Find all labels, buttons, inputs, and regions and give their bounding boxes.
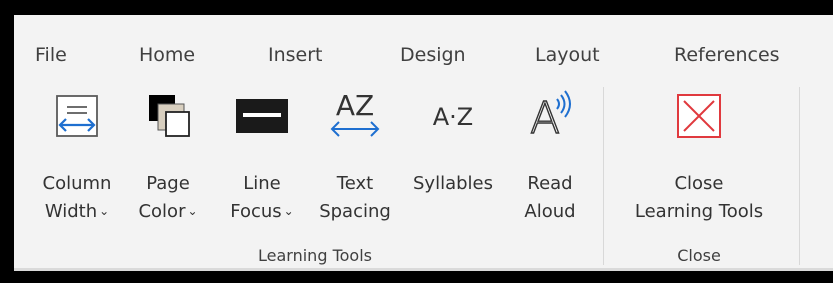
- text-spacing-button[interactable]: AZ Text Spacing: [310, 75, 400, 250]
- ribbon-tabs: File Home Insert Design Layout Reference…: [14, 15, 833, 75]
- tab-home[interactable]: Home: [139, 44, 195, 66]
- page-color-button[interactable]: Page Color ⌄: [126, 75, 210, 250]
- close-learning-tools-button[interactable]: Close Learning Tools: [619, 75, 779, 250]
- svg-text:AZ: AZ: [336, 89, 374, 122]
- chevron-down-icon: ⌄: [187, 204, 198, 218]
- group-label-close: Close: [677, 246, 721, 265]
- svg-text:A: A: [530, 93, 560, 139]
- text-spacing-icon: AZ: [330, 89, 380, 137]
- column-width-icon: [56, 95, 98, 137]
- tab-file[interactable]: File: [35, 44, 67, 66]
- syllables-label: Syllables: [413, 173, 493, 194]
- read-aloud-icon: A: [529, 90, 571, 139]
- page-color-icon: [149, 95, 190, 137]
- tab-layout[interactable]: Layout: [535, 44, 600, 66]
- line-focus-button[interactable]: Line Focus ⌄: [216, 75, 308, 250]
- column-width-button[interactable]: Column Width ⌄: [30, 75, 124, 250]
- text-spacing-label: Text Spacing: [319, 173, 391, 222]
- read-aloud-button[interactable]: A Read Aloud: [507, 75, 593, 250]
- read-aloud-label: Read Aloud: [524, 173, 576, 222]
- column-width-label: Column Width ⌄: [42, 173, 112, 222]
- line-focus-label: Line Focus ⌄: [230, 173, 294, 222]
- syllables-icon: A·Z: [433, 103, 474, 131]
- group-separator: [799, 87, 800, 265]
- chevron-down-icon: ⌄: [99, 204, 110, 218]
- close-icon: [677, 94, 721, 138]
- group-label-learning-tools: Learning Tools: [258, 246, 372, 265]
- tab-references[interactable]: References: [674, 44, 780, 66]
- group-separator: [603, 87, 604, 265]
- close-learning-tools-label: Close Learning Tools: [634, 173, 764, 222]
- syllables-button[interactable]: A·Z Syllables: [405, 75, 501, 250]
- ribbon-body: Column Width ⌄ Page Color ⌄ Line Focus ⌄…: [14, 75, 833, 271]
- chevron-down-icon: ⌄: [283, 204, 294, 218]
- word-ribbon: File Home Insert Design Layout Reference…: [14, 15, 833, 271]
- ribbon-bottom-border: [14, 268, 833, 271]
- svg-text:A·Z: A·Z: [433, 103, 474, 131]
- tab-insert[interactable]: Insert: [268, 44, 323, 66]
- line-focus-icon: [236, 99, 288, 133]
- tab-design[interactable]: Design: [400, 44, 466, 66]
- page-color-label: Page Color ⌄: [138, 173, 198, 222]
